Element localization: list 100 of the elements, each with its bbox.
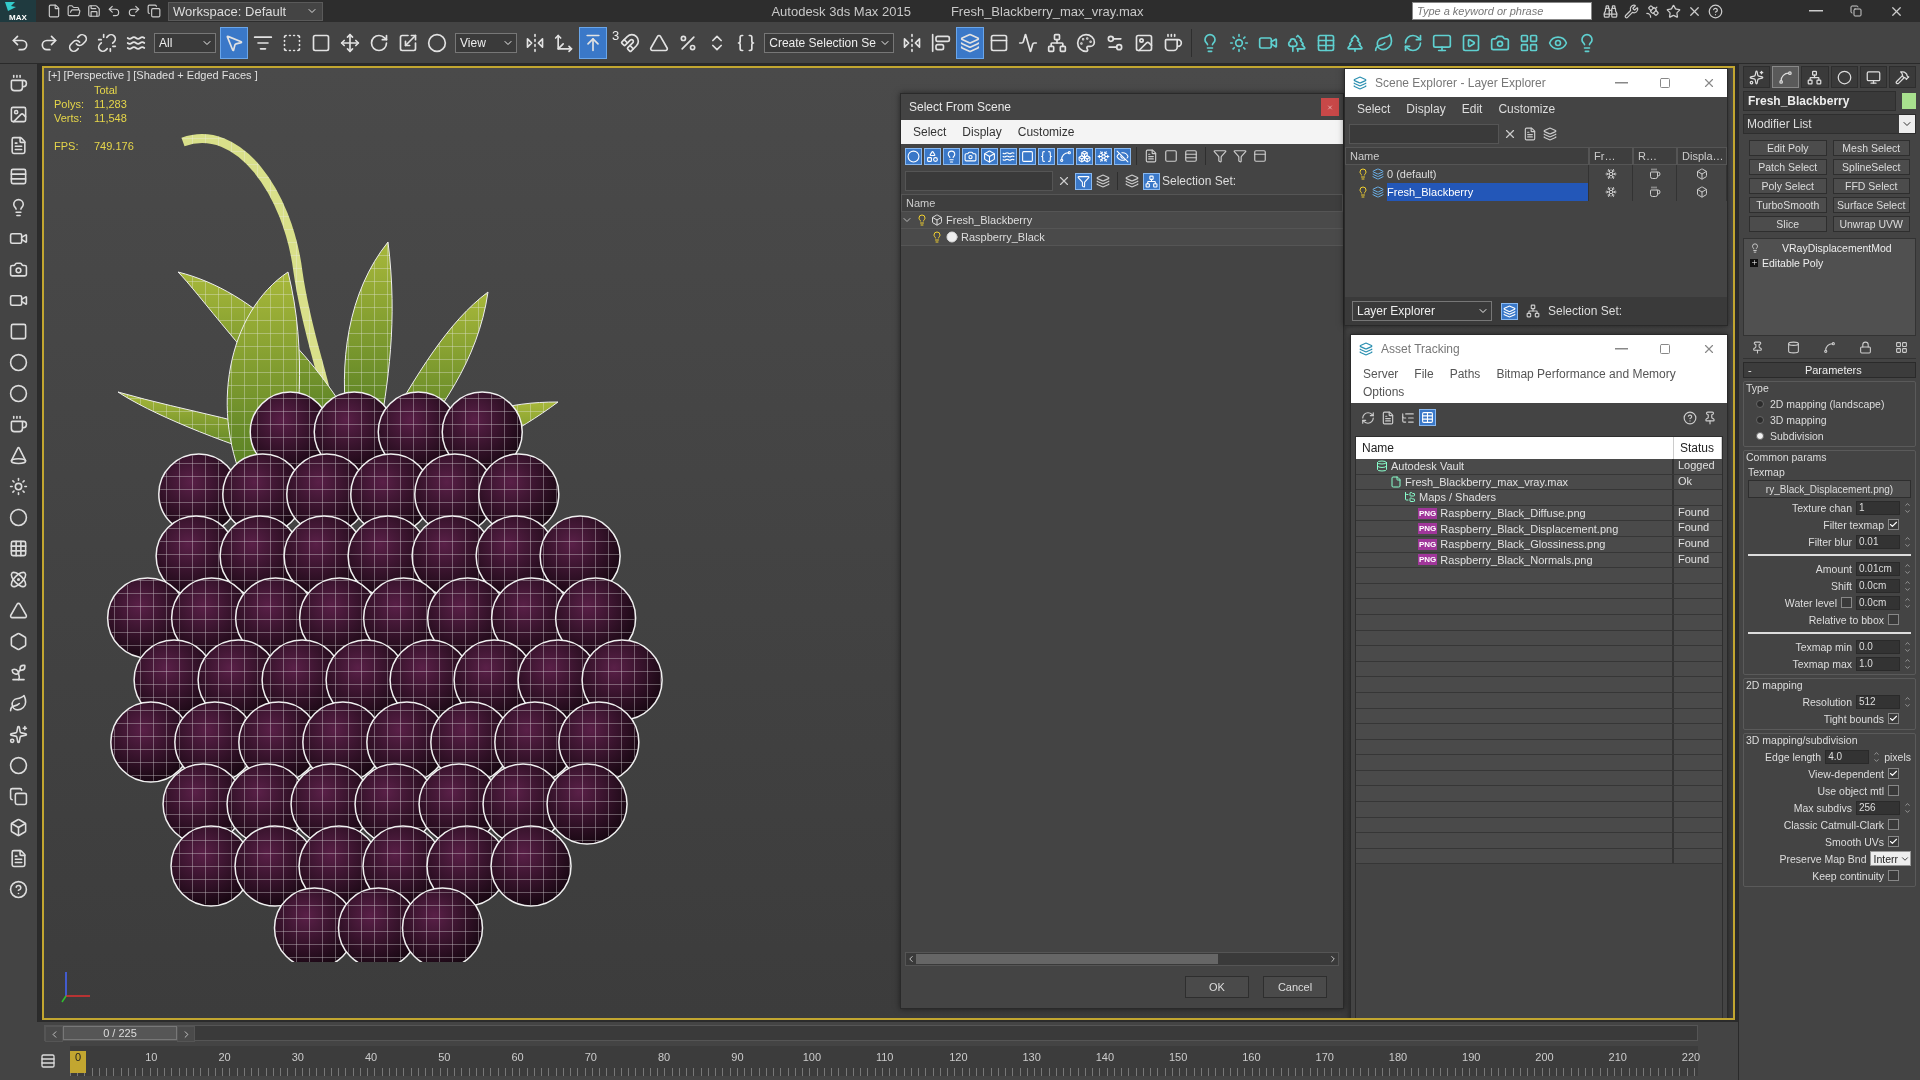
asset-name[interactable]: Raspberry_Black_Normals.png [1440, 553, 1593, 566]
modifier-button[interactable]: TurboSmooth [1749, 197, 1827, 213]
app-logo[interactable]: MAX [0, 0, 36, 22]
stat-value: 11,283 [94, 98, 128, 110]
column-header[interactable]: R… [1633, 147, 1677, 165]
menu-item[interactable]: Customize [1490, 100, 1564, 118]
window-title: Scene Explorer - Layer Explorer [1375, 76, 1547, 90]
menu-item[interactable]: Select [905, 123, 955, 141]
spinner-field[interactable]: 4.0 [1825, 749, 1870, 764]
radio-label[interactable]: 3D mapping [1770, 414, 1827, 426]
dialog-button[interactable]: Cancel [1263, 976, 1327, 998]
param-label: Smooth UVs [1825, 835, 1884, 848]
menu-item[interactable]: Customize [1009, 123, 1083, 141]
radio-label[interactable]: Subdivision [1770, 430, 1824, 442]
magnet-button[interactable]: 3 [608, 26, 645, 59]
frame-number: 190 [1462, 1051, 1479, 1065]
layer-name[interactable]: 0 (default) [1387, 165, 1588, 183]
stat-label: FPS: [54, 140, 80, 152]
modifier-button[interactable]: Unwrap UVW [1832, 216, 1910, 232]
track-bar[interactable]: 0 10 20 30 40 50 60 70 80 90 100 110 120 130 140 150 160 170 180 190 200 210 220 [70, 1046, 1698, 1076]
asset-name[interactable]: Fresh_Blackberry_max_vray.max [1405, 475, 1568, 488]
spinner-field[interactable]: 256 [1856, 800, 1900, 815]
asset-name[interactable]: Autodesk Vault [1391, 460, 1465, 473]
modifier-button[interactable]: Slice [1749, 216, 1827, 232]
modifier-button[interactable]: Edit Poly [1749, 140, 1827, 156]
asset-name[interactable]: Raspberry_Black_Diffuse.png [1440, 507, 1586, 520]
time-slider-thumb[interactable]: 0 / 225 [63, 1026, 177, 1040]
menu-item[interactable]: Edit [1453, 100, 1491, 118]
modifier-list-dropdown[interactable]: Modifier List [1743, 114, 1916, 134]
param-label: Resolution [1802, 695, 1852, 708]
menu-item[interactable]: Bitmap Performance and Memory [1488, 365, 1684, 383]
unit-label: pixels [1884, 750, 1911, 763]
dropdown[interactable]: All [154, 32, 216, 53]
frame-number: 140 [1095, 1051, 1112, 1065]
frame-number: 110 [875, 1051, 892, 1065]
frame-number: 50 [437, 1051, 452, 1065]
frame-number: 60 [510, 1051, 525, 1065]
column-header[interactable]: Name [901, 194, 1343, 212]
frame-number: 20 [217, 1051, 232, 1065]
modifier-button[interactable]: SplineSelect [1832, 159, 1910, 175]
stack-item[interactable]: VRayDisplacementMod [1782, 241, 1892, 254]
time-slider[interactable]: 0 / 225 [44, 1025, 1698, 1041]
asset-status: Found [1677, 552, 1711, 567]
param-label: Preserve Map Bnd [1779, 852, 1867, 865]
viewport-label[interactable]: [+] [Perspective ] [Shaded + Edged Faces ] [48, 69, 258, 81]
modifier-button[interactable]: Mesh Select [1832, 140, 1910, 156]
collapse-toggle[interactable]: - [1748, 364, 1752, 376]
spinner-field[interactable]: 0.0cm [1856, 578, 1900, 593]
object-name-field[interactable]: Fresh_Blackberry [1743, 91, 1896, 111]
param-label: Amount [1815, 562, 1852, 575]
texmap-button[interactable]: ry_Black_Displacement.png) [1748, 480, 1911, 498]
column-header[interactable]: Displa… [1677, 147, 1727, 165]
dropdown[interactable]: View [455, 32, 517, 53]
spinner-field[interactable]: 512 [1856, 694, 1900, 709]
menu-item[interactable]: Paths [1441, 365, 1489, 383]
column-header[interactable]: Name [1345, 147, 1589, 165]
modifier-button[interactable]: FFD Select [1832, 178, 1910, 194]
workspace-dropdown[interactable]: Workspace: Default [168, 1, 323, 21]
spinner-field[interactable]: 1 [1856, 500, 1900, 515]
layer-name[interactable]: Fresh_Blackberry [1387, 183, 1588, 201]
file-title: Fresh_Blackberry_max_vray.max [950, 3, 1144, 19]
menu-item[interactable]: Display [954, 123, 1010, 141]
spinner-field[interactable]: 0.01cm [1856, 561, 1900, 576]
frame-number: 10 [144, 1051, 159, 1065]
object-name[interactable]: Raspberry_Black [961, 231, 1045, 243]
param-label: Water level [1784, 596, 1837, 609]
spinner-field[interactable]: 1.0 [1856, 656, 1900, 671]
stack-item[interactable]: Editable Poly [1762, 256, 1824, 269]
stat-label: Polys: [54, 98, 85, 110]
modifier-button[interactable]: Surface Select [1832, 197, 1910, 213]
frame-number: 100 [802, 1051, 819, 1065]
search-field[interactable]: Type a keyword or phrase [1412, 2, 1592, 20]
param-label: Texmap [1748, 466, 1786, 478]
modifier-button[interactable]: Patch Select [1749, 159, 1827, 175]
frame-number: 220 [1681, 1051, 1698, 1065]
explorer-dropdown[interactable]: Layer Explorer [1352, 301, 1492, 321]
dialog-button[interactable]: OK [1185, 976, 1249, 998]
menu-item[interactable]: File [1406, 365, 1442, 383]
dropdown[interactable]: Create Selection Se [764, 32, 895, 53]
asset-name[interactable]: Raspberry_Black_Glossiness.png [1440, 538, 1606, 551]
spinner-field[interactable]: 0.01 [1856, 534, 1900, 549]
window-title: Asset Tracking [1381, 342, 1461, 356]
menu-item[interactable]: Select [1349, 100, 1399, 118]
spinner-field[interactable]: 0.0 [1856, 639, 1900, 654]
radio-label[interactable]: 2D mapping (landscape) [1770, 398, 1885, 410]
modifier-button[interactable]: Poly Select [1749, 178, 1827, 194]
dropdown[interactable]: Interr [1870, 851, 1911, 866]
spinner-field[interactable]: 0.0cm [1856, 595, 1900, 610]
menu-item[interactable]: Display [1398, 100, 1454, 118]
object-name[interactable]: Fresh_Blackberry [946, 214, 1033, 226]
frame-number: 180 [1388, 1051, 1405, 1065]
param-label: Texmap max [1792, 657, 1852, 670]
menu-item[interactable]: Options [1355, 383, 1413, 401]
rollout-header[interactable]: - Parameters [1743, 362, 1916, 378]
menu-item[interactable]: Server [1355, 365, 1407, 383]
param-label: Keep continuity [1812, 869, 1884, 882]
asset-name[interactable]: Raspberry_Black_Displacement.png [1440, 522, 1619, 535]
column-header[interactable]: Fr… [1589, 147, 1633, 165]
asset-name[interactable]: Maps / Shaders [1419, 491, 1497, 504]
png-file-icon: PNG [1418, 538, 1438, 550]
